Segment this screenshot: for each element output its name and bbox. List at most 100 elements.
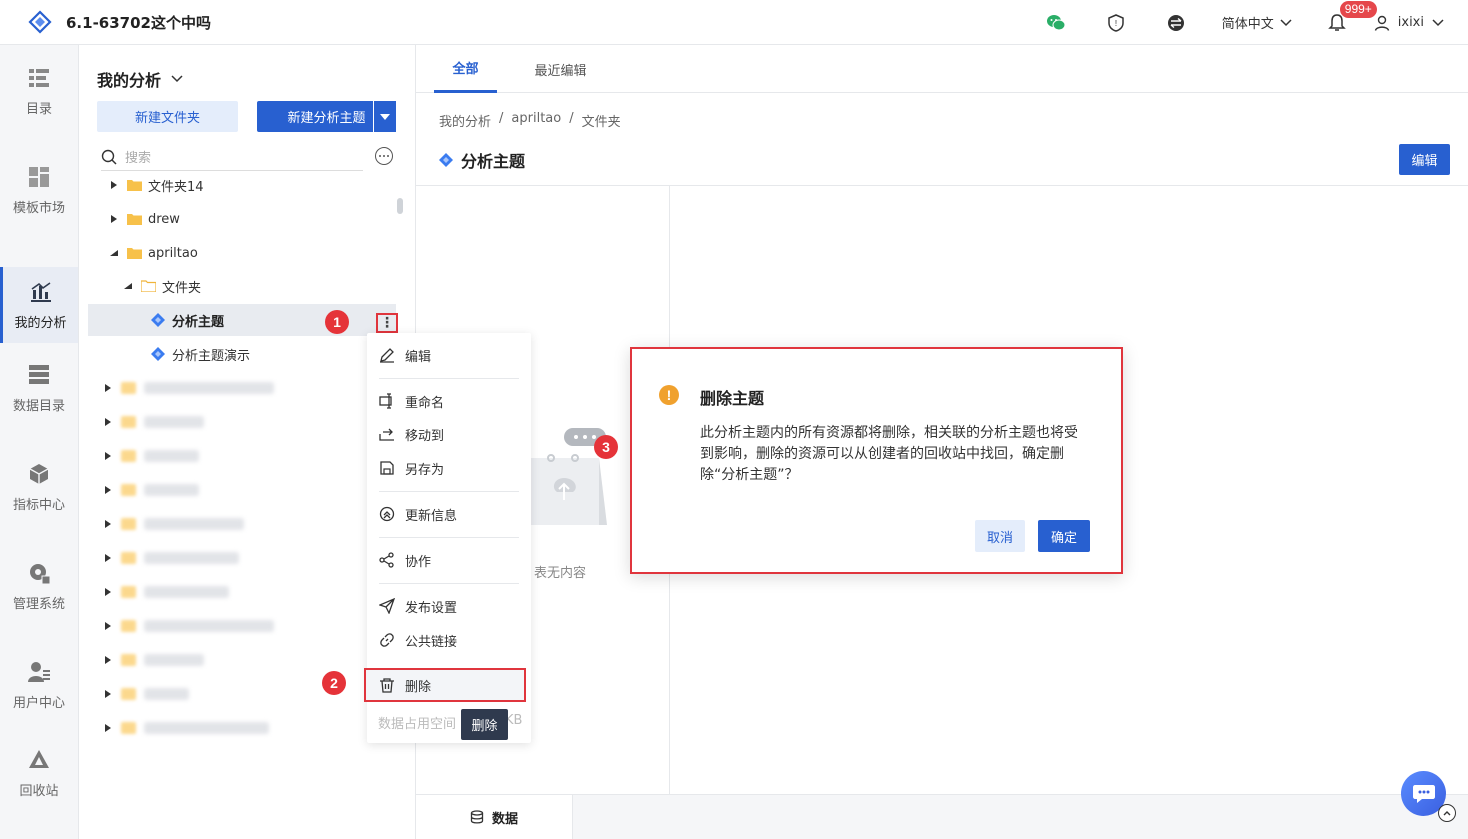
cancel-button[interactable]: 取消 [975, 520, 1025, 552]
analysis-topic-icon [439, 153, 453, 167]
tree-row-blurred[interactable] [88, 474, 396, 506]
menu-item-publish[interactable]: 发布设置 [367, 590, 531, 622]
menu-item-delete[interactable]: 删除 [364, 668, 526, 702]
nav-item-data-catalog[interactable]: 数据目录 [0, 350, 78, 426]
tree-panel: 我的分析 新建文件夹 新建分析主题 搜索 文件夹14 drew apriltao… [79, 45, 416, 839]
step-badge-3: 3 [594, 435, 618, 459]
nav-item-catalog[interactable]: 目录 [0, 53, 78, 129]
caret-down-icon[interactable] [123, 281, 133, 291]
tree-row-topic-selected[interactable]: 分析主题 ⋮ [88, 304, 398, 336]
svg-text:!: ! [1115, 19, 1117, 28]
nav-label: 目录 [25, 101, 52, 117]
menu-item-move[interactable]: 移动到 [367, 418, 531, 450]
wechat-icon[interactable] [1046, 13, 1066, 33]
breadcrumb-item[interactable]: apriltao [511, 111, 561, 130]
page-title-text: 分析主题 [461, 152, 526, 171]
breadcrumb-item[interactable]: 文件夹 [582, 111, 621, 130]
tab-data[interactable]: 数据 [416, 794, 573, 839]
edit-icon [380, 348, 394, 363]
tree-row-blurred[interactable] [88, 508, 396, 540]
nav-item-user-center[interactable]: 用户中心 [0, 647, 78, 723]
caret-down-icon[interactable] [109, 248, 119, 258]
new-topic-dropdown-button[interactable] [373, 101, 396, 132]
left-nav: 目录 模板市场 我的分析 数据目录 指标中心 管理系统 用户中心 回收站 [0, 45, 79, 839]
chevron-down-icon [1432, 18, 1444, 26]
save-as-icon [380, 461, 394, 475]
menu-item-update-info[interactable]: 更新信息 [367, 498, 531, 530]
folder-icon [127, 214, 142, 225]
tree-row-blurred[interactable] [88, 610, 396, 642]
tree-row-folder[interactable]: drew [88, 203, 396, 235]
nav-label: 管理系统 [12, 596, 65, 612]
breadcrumb-separator: / [569, 111, 574, 126]
tree-row-blurred[interactable] [88, 712, 396, 744]
nav-item-metrics-center[interactable]: 指标中心 [0, 449, 78, 525]
nav-label: 回收站 [19, 783, 59, 799]
app-title: 6.1-63702这个中吗 [66, 13, 211, 32]
tree-row-folder[interactable]: 文件夹14 [88, 169, 396, 201]
tree-row-blurred[interactable] [88, 576, 396, 608]
confirm-button[interactable]: 确定 [1038, 520, 1090, 552]
breadcrumb-item[interactable]: 我的分析 [439, 111, 491, 130]
new-folder-button[interactable]: 新建文件夹 [97, 101, 238, 132]
caret-right-icon[interactable] [109, 180, 119, 190]
rename-icon [379, 393, 392, 409]
trash-icon [380, 678, 394, 693]
menu-item-collaborate[interactable]: 协作 [367, 544, 531, 576]
tree-row-blurred[interactable] [88, 542, 396, 574]
user-menu[interactable]: ixixi [1374, 15, 1444, 31]
main-tabs: 全部 最近编辑 [416, 45, 1468, 93]
user-icon [1374, 15, 1389, 31]
tree-header[interactable]: 我的分析 [97, 67, 183, 91]
menu-item-label: 编辑 [405, 349, 432, 365]
menu-item-label: 更新信息 [405, 508, 458, 524]
scroll-to-top-icon[interactable] [1438, 804, 1456, 822]
tree-row-blurred[interactable] [88, 440, 396, 472]
tree-row-blurred[interactable] [88, 678, 396, 710]
menu-item-edit[interactable]: 编辑 [367, 339, 531, 371]
tree-row-label: apriltao [148, 245, 198, 261]
tree-row-folder[interactable]: 文件夹 [88, 270, 396, 302]
menu-item-public-link[interactable]: 公共链接 [367, 624, 531, 656]
tree-scrollbar[interactable] [397, 198, 403, 214]
folder-open-icon [127, 248, 142, 259]
tree-row-blurred[interactable] [88, 406, 396, 438]
search-icon [101, 149, 117, 165]
tree-row-topic[interactable]: 分析主题演示 [88, 338, 396, 370]
security-shield-icon[interactable]: ! [1106, 13, 1126, 33]
tree-row-blurred[interactable] [88, 372, 396, 404]
tree-row-folder[interactable]: apriltao [88, 237, 396, 269]
folder-open-icon [141, 280, 156, 292]
edit-button[interactable]: 编辑 [1399, 144, 1450, 175]
analysis-topic-icon [151, 313, 165, 327]
menu-item-rename[interactable]: 重命名 [367, 385, 531, 417]
step-badge-1: 1 [325, 310, 349, 334]
menu-divider [379, 491, 519, 492]
tree-search[interactable]: 搜索 [101, 143, 363, 171]
tree-header-label: 我的分析 [97, 71, 162, 90]
tree-row-blurred[interactable] [88, 644, 396, 676]
top-bar: 6.1-63702这个中吗 ! 简体中文 999+ ixixi [0, 0, 1468, 45]
tab-all[interactable]: 全部 [434, 45, 497, 93]
tree-row-label: drew [148, 211, 180, 227]
nav-item-recycle-bin[interactable]: 回收站 [0, 735, 78, 811]
menu-item-save-as[interactable]: 另存为 [367, 452, 531, 484]
nav-item-my-analysis[interactable]: 我的分析 [0, 267, 78, 343]
tree-row-label: 文件夹 [162, 280, 202, 296]
more-options-icon[interactable] [375, 147, 393, 165]
delete-tooltip: 删除 [461, 709, 508, 740]
search-input[interactable]: 搜索 [125, 147, 151, 166]
switch-icon[interactable] [1166, 13, 1186, 33]
bottom-tab-bar [573, 794, 1468, 839]
nav-item-admin-system[interactable]: 管理系统 [0, 548, 78, 624]
analysis-topic-icon [151, 347, 165, 361]
nav-item-template-market[interactable]: 模板市场 [0, 152, 78, 228]
caret-right-icon[interactable] [109, 214, 119, 224]
language-select[interactable]: 简体中文 [1222, 13, 1292, 32]
notifications-button[interactable]: 999+ [1327, 0, 1377, 33]
publish-icon [379, 598, 395, 614]
row-more-button[interactable]: ⋮ [376, 313, 398, 333]
tab-recent[interactable]: 最近编辑 [522, 45, 599, 93]
app-logo-icon[interactable] [28, 10, 52, 34]
page-title: 分析主题 [439, 148, 525, 172]
